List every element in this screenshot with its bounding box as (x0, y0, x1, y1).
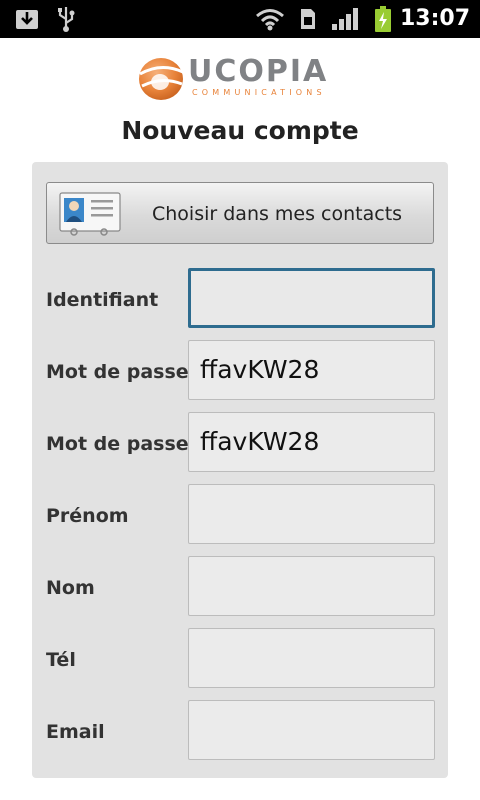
contact-card-icon (59, 192, 121, 236)
choose-contact-label: Choisir dans mes contacts (152, 203, 403, 225)
identifiant-input[interactable] (188, 268, 435, 328)
label-password-confirm: Mot de passe (46, 433, 189, 455)
wifi-icon (254, 0, 286, 38)
logo-wordmark: UCOPIA (188, 54, 329, 89)
label-nom: Nom (46, 577, 95, 599)
signal-icon (330, 0, 360, 38)
status-bar: 13:07 (0, 0, 480, 38)
ucopia-logo: UCOPIA COMMUNICATIONS (136, 54, 350, 102)
page-title: Nouveau compte (121, 116, 359, 145)
download-icon (14, 0, 40, 38)
usb-icon (54, 0, 78, 38)
label-prenom: Prénom (46, 505, 129, 527)
label-password: Mot de passe (46, 361, 189, 383)
label-email: Email (46, 721, 105, 743)
label-tel: Tél (46, 649, 76, 671)
label-identifiant: Identifiant (46, 289, 159, 311)
choose-contact-button[interactable]: Choisir dans mes contacts (46, 182, 434, 244)
logo-globe-icon (139, 58, 184, 100)
password-input[interactable]: ffavKW28 (188, 340, 435, 400)
sim-icon (298, 0, 318, 38)
clock: 13:07 (399, 6, 470, 31)
nom-input[interactable] (188, 556, 435, 616)
battery-charging-icon (372, 0, 394, 38)
password-confirm-input[interactable]: ffavKW28 (188, 412, 435, 472)
logo-tagline: COMMUNICATIONS (192, 88, 326, 97)
prenom-input[interactable] (188, 484, 435, 544)
tel-input[interactable] (188, 628, 435, 688)
email-input[interactable] (188, 700, 435, 760)
